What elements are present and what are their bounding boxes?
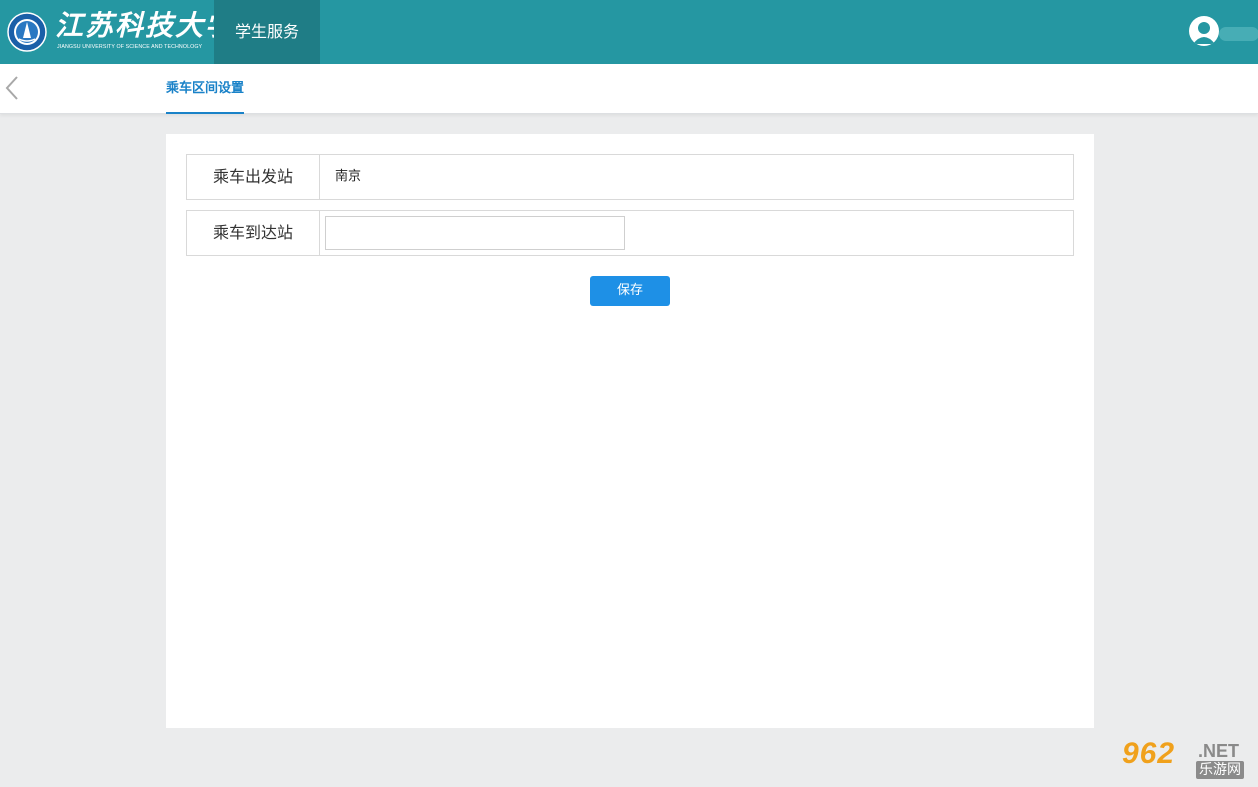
form-panel: 乘车出发站 南京 乘车到达站 保存	[166, 134, 1094, 728]
sub-header: 乘车区间设置	[0, 64, 1258, 114]
departure-station-value: 南京	[335, 169, 362, 184]
arrival-station-label: 乘车到达站	[187, 211, 320, 255]
user-name-redacted	[1219, 27, 1258, 41]
logo-chinese-text: 江苏科技大学	[55, 9, 236, 42]
watermark-name: 乐游网	[1196, 761, 1244, 779]
chevron-left-icon	[5, 76, 18, 100]
top-bar: 江苏科技大学 JIANGSU UNIVERSITY OF SCIENCE AND…	[0, 0, 1258, 64]
arrival-station-row: 乘车到达站	[186, 210, 1074, 256]
nav-student-services[interactable]: 学生服务	[214, 0, 320, 64]
tab-ride-section-settings[interactable]: 乘车区间设置	[166, 64, 245, 114]
logo-english-text: JIANGSU UNIVERSITY OF SCIENCE AND TECHNO…	[57, 44, 203, 50]
watermark-number: 962	[1122, 737, 1176, 770]
university-logo[interactable]: 江苏科技大学 JIANGSU UNIVERSITY OF SCIENCE AND…	[5, 8, 233, 56]
departure-station-row: 乘车出发站 南京	[186, 154, 1074, 200]
user-menu[interactable]	[1189, 16, 1258, 48]
arrival-station-input[interactable]	[325, 216, 625, 250]
user-avatar-icon[interactable]	[1189, 16, 1219, 46]
site-watermark: 962 .NET 乐游网	[1118, 737, 1253, 781]
watermark-domain: .NET	[1198, 741, 1240, 761]
university-emblem-icon	[7, 12, 47, 52]
departure-station-label: 乘车出发站	[187, 155, 320, 199]
back-button[interactable]	[2, 74, 24, 102]
save-button[interactable]: 保存	[590, 276, 670, 306]
